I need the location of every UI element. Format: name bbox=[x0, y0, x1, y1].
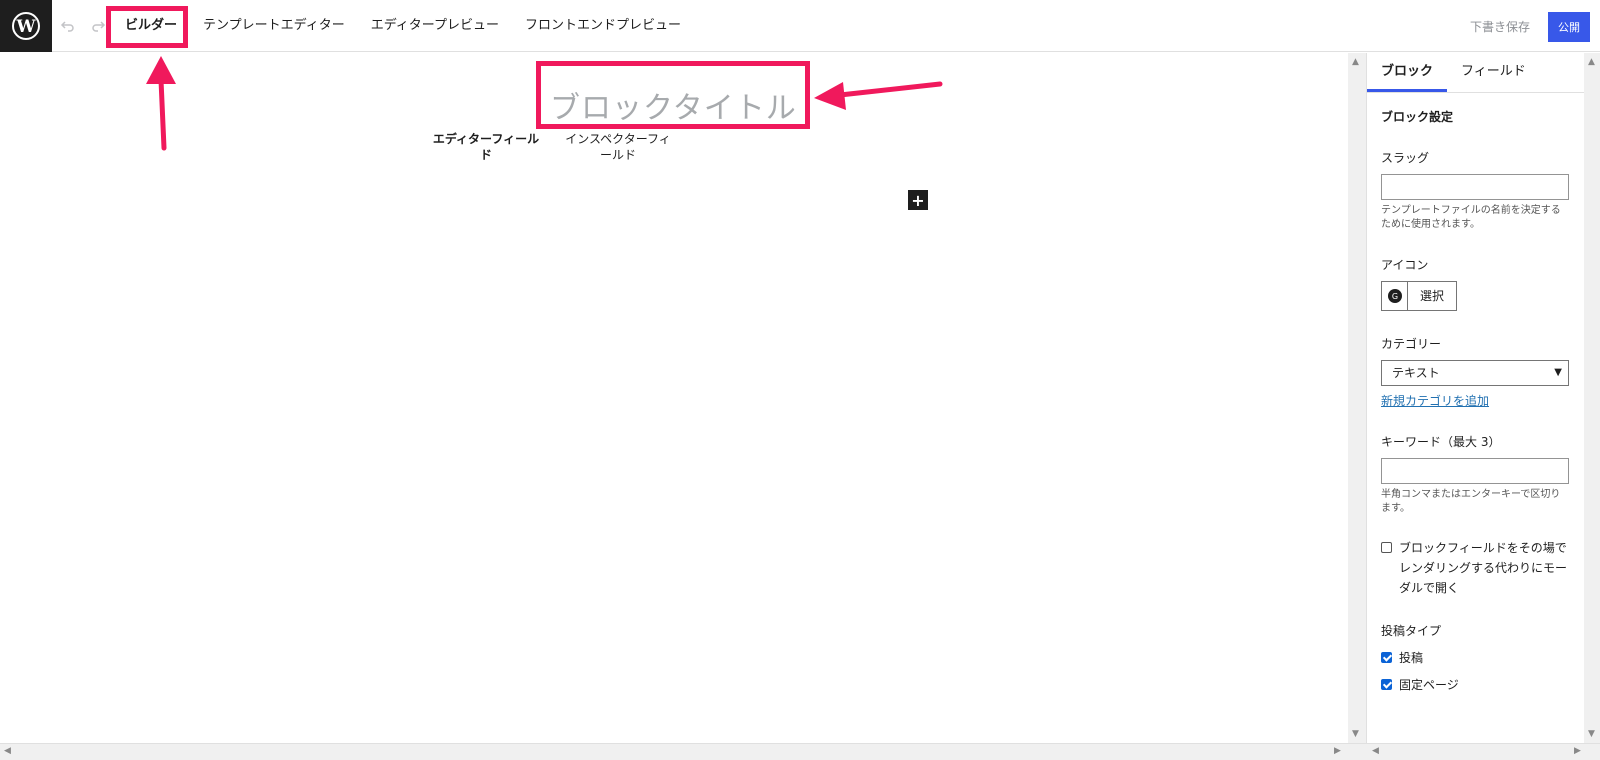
keyword-help-text: 半角コンマまたはエンターキーで区切ります。 bbox=[1381, 489, 1561, 514]
category-select-value: テキスト bbox=[1392, 366, 1440, 380]
scroll-up-icon[interactable]: ▲ bbox=[1588, 57, 1595, 67]
icon-picker[interactable]: G 選択 bbox=[1381, 281, 1457, 311]
chevron-down-icon: ▼ bbox=[1554, 367, 1562, 378]
post-type-post[interactable]: 投稿 bbox=[1381, 649, 1570, 666]
keyword-input[interactable] bbox=[1381, 458, 1569, 484]
icon-label: アイコン bbox=[1381, 258, 1429, 272]
scroll-left-icon[interactable]: ◀ bbox=[1372, 746, 1379, 756]
editor-mode-tabs: ビルダー テンプレートエディター エディタープレビュー フロントエンドプレビュー bbox=[112, 0, 694, 52]
add-block-button[interactable]: + bbox=[908, 190, 928, 210]
keyword-label: キーワード（最大 3） bbox=[1381, 435, 1501, 449]
tab-editor-preview[interactable]: エディタープレビュー bbox=[358, 0, 512, 52]
tab-block[interactable]: ブロック bbox=[1367, 53, 1448, 92]
horizontal-scrollbar[interactable]: ◀ ▶ ◀ ▶ bbox=[0, 743, 1600, 760]
scroll-down-icon[interactable]: ▼ bbox=[1588, 729, 1595, 739]
settings-sidebar: ブロック フィールド ブロック設定 スラッグ テンプレートファイルの名前を決定す… bbox=[1366, 53, 1584, 743]
tab-template-editor[interactable]: テンプレートエディター bbox=[190, 0, 358, 52]
block-icon: G bbox=[1382, 282, 1408, 310]
post-type-page[interactable]: 固定ページ bbox=[1381, 676, 1570, 693]
slug-label: スラッグ bbox=[1381, 151, 1430, 165]
add-category-link[interactable]: 新規カテゴリを追加 bbox=[1381, 392, 1570, 409]
post-type-post-checkbox[interactable] bbox=[1381, 652, 1392, 663]
save-draft-button[interactable]: 下書き保存 bbox=[1470, 18, 1530, 35]
canvas-scrollbar[interactable]: ▲ ▼ bbox=[1348, 53, 1366, 743]
icon-select-button[interactable]: 選択 bbox=[1408, 282, 1456, 310]
top-toolbar: W ビルダー テンプレートエディター エディタープレビュー フロントエンドプレビ… bbox=[0, 0, 1600, 52]
tab-frontend-preview[interactable]: フロントエンドプレビュー bbox=[512, 0, 694, 52]
modal-option[interactable]: ブロックフィールドをその場でレンダリングする代わりにモーダルで開く bbox=[1381, 538, 1570, 598]
post-type-post-label: 投稿 bbox=[1399, 651, 1424, 665]
scroll-down-icon[interactable]: ▼ bbox=[1352, 729, 1359, 739]
tab-inspector-fields[interactable]: インスペクターフィールド bbox=[562, 131, 674, 163]
scroll-right-icon[interactable]: ▶ bbox=[1334, 746, 1341, 756]
category-label: カテゴリー bbox=[1381, 337, 1442, 351]
modal-option-checkbox[interactable] bbox=[1381, 542, 1392, 553]
sidebar-scrollbar[interactable]: ▲ ▼ bbox=[1584, 53, 1600, 743]
scroll-left-icon[interactable]: ◀ bbox=[4, 746, 11, 756]
annotation-box-builder-tab bbox=[106, 6, 188, 48]
post-type-page-checkbox[interactable] bbox=[1381, 679, 1392, 690]
category-select[interactable]: テキスト ▼ bbox=[1381, 360, 1569, 386]
scroll-right-icon[interactable]: ▶ bbox=[1574, 746, 1581, 756]
svg-text:G: G bbox=[1391, 292, 1397, 301]
slug-input[interactable] bbox=[1381, 174, 1569, 200]
sidebar-body: ブロック設定 スラッグ テンプレートファイルの名前を決定するために使用されます。… bbox=[1367, 108, 1584, 693]
wordpress-logo-icon[interactable]: W bbox=[0, 0, 52, 52]
post-type-label: 投稿タイプ bbox=[1381, 624, 1442, 638]
annotation-box-block-title bbox=[536, 61, 810, 129]
undo-icon[interactable] bbox=[56, 14, 80, 38]
publish-button[interactable]: 公開 bbox=[1548, 12, 1590, 42]
block-settings-heading: ブロック設定 bbox=[1381, 110, 1454, 124]
tab-editor-fields[interactable]: エディターフィールド bbox=[430, 131, 542, 163]
editor-canvas: ブロックタイトル エディターフィールド インスペクターフィールド + bbox=[0, 53, 1348, 743]
slug-help-text: テンプレートファイルの名前を決定するために使用されます。 bbox=[1381, 205, 1561, 230]
modal-option-label: ブロックフィールドをその場でレンダリングする代わりにモーダルで開く bbox=[1399, 541, 1568, 595]
post-type-page-label: 固定ページ bbox=[1399, 678, 1459, 692]
sidebar-tabs: ブロック フィールド bbox=[1367, 53, 1584, 93]
scroll-up-icon[interactable]: ▲ bbox=[1352, 57, 1359, 67]
tab-fields[interactable]: フィールド bbox=[1447, 53, 1540, 92]
svg-text:W: W bbox=[15, 17, 36, 37]
